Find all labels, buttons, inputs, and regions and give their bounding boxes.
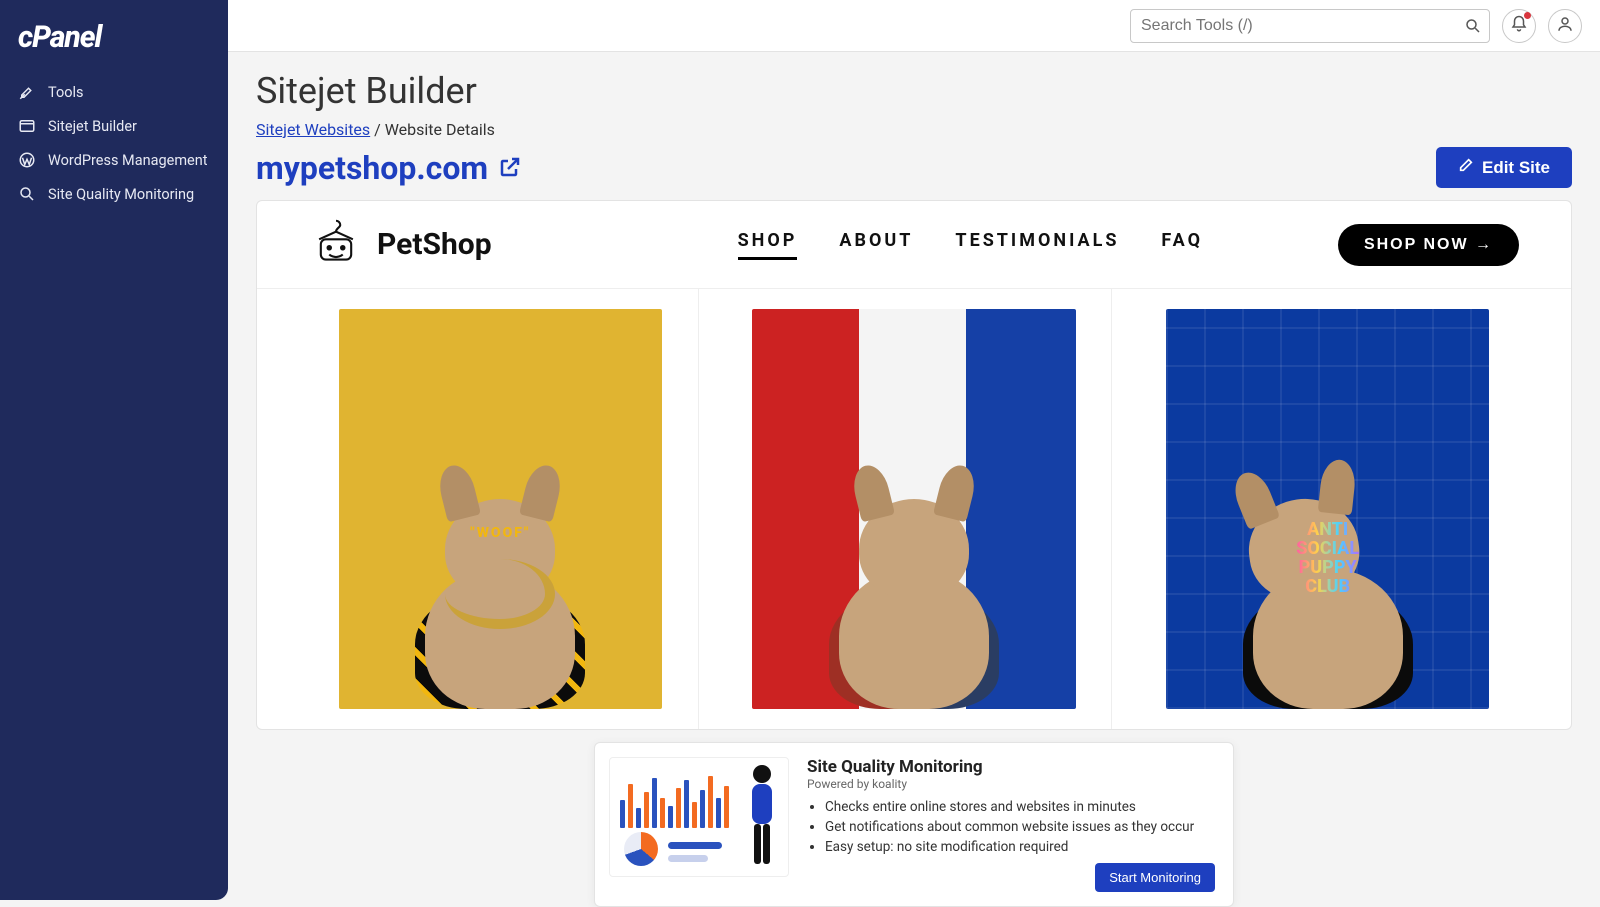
edit-site-button[interactable]: Edit Site xyxy=(1436,147,1572,188)
breadcrumb-current: Website Details xyxy=(385,120,495,139)
topbar xyxy=(228,0,1600,52)
breadcrumb-sep: / xyxy=(370,120,385,139)
bar-chart-icon xyxy=(620,768,740,828)
sitejet-icon xyxy=(18,117,36,135)
sidebar-item-label: Site Quality Monitoring xyxy=(48,186,194,203)
product-overlay-3: ANTI SOCIAL PUPPY CLUB xyxy=(1296,521,1359,597)
preview-nav-faq[interactable]: FAQ xyxy=(1161,230,1203,260)
breadcrumb: Sitejet Websites / Website Details xyxy=(256,120,1572,139)
site-preview: PetShop SHOP ABOUT TESTIMONIALS FAQ SHOP… xyxy=(256,200,1572,730)
sidebar: cPanel Tools Sitejet Builder WordPress M… xyxy=(0,0,228,900)
preview-nav-shop[interactable]: SHOP xyxy=(738,230,798,260)
edit-site-label: Edit Site xyxy=(1482,158,1550,178)
main: Sitejet Builder Sitejet Websites / Websi… xyxy=(228,0,1600,900)
page-title: Sitejet Builder xyxy=(256,70,1572,112)
account-button[interactable] xyxy=(1548,9,1582,43)
sidebar-item-sitejet[interactable]: Sitejet Builder xyxy=(0,109,228,143)
pencil-icon xyxy=(1458,157,1474,178)
domain-row: mypetshop.com Edit Site xyxy=(256,147,1572,188)
hanger-icon xyxy=(309,214,363,276)
preview-gallery: "WOOF" ANTI SOCIA xyxy=(257,289,1571,729)
promo-bullet: Get notifications about common website i… xyxy=(825,819,1215,835)
preview-nav: SHOP ABOUT TESTIMONIALS FAQ xyxy=(738,230,1203,260)
domain-text: mypetshop.com xyxy=(256,149,488,187)
brand-logo: cPanel xyxy=(0,14,228,75)
user-icon xyxy=(1556,15,1574,37)
promo-card: Site Quality Monitoring Powered by koali… xyxy=(594,742,1234,907)
breadcrumb-link[interactable]: Sitejet Websites xyxy=(256,120,370,139)
product-card-2[interactable] xyxy=(717,289,1113,729)
external-link-icon xyxy=(498,149,522,187)
preview-nav-testimonials[interactable]: TESTIMONIALS xyxy=(955,230,1119,260)
search-wrap xyxy=(1130,9,1490,43)
pie-chart-icon xyxy=(624,832,658,866)
promo-bullet: Checks entire online stores and websites… xyxy=(825,799,1215,815)
search-input[interactable] xyxy=(1130,9,1490,43)
notification-dot xyxy=(1524,12,1531,19)
promo-bullet: Easy setup: no site modification require… xyxy=(825,839,1215,855)
content: Sitejet Builder Sitejet Websites / Websi… xyxy=(228,52,1600,730)
sidebar-item-label: Sitejet Builder xyxy=(48,118,137,135)
brand-logo-text: cPanel xyxy=(18,20,101,55)
sidebar-item-wordpress[interactable]: WordPress Management xyxy=(0,143,228,177)
preview-header: PetShop SHOP ABOUT TESTIMONIALS FAQ SHOP… xyxy=(257,201,1571,289)
product-image-2 xyxy=(752,309,1076,708)
person-icon xyxy=(742,762,782,872)
tools-icon xyxy=(18,83,36,101)
start-monitoring-button[interactable]: Start Monitoring xyxy=(1095,863,1215,892)
magnifier-icon xyxy=(18,185,36,203)
product-image-3: ANTI SOCIAL PUPPY CLUB xyxy=(1166,309,1490,708)
sidebar-item-label: WordPress Management xyxy=(48,152,207,169)
search-icon xyxy=(1464,17,1482,39)
promo-title: Site Quality Monitoring xyxy=(807,757,1215,777)
product-card-1[interactable]: "WOOF" xyxy=(303,289,699,729)
preview-logo: PetShop xyxy=(309,214,492,276)
shop-now-button[interactable]: SHOP NOW → xyxy=(1338,224,1519,266)
promo-illustration xyxy=(609,757,789,877)
product-card-3[interactable]: ANTI SOCIAL PUPPY CLUB xyxy=(1130,289,1525,729)
domain-link[interactable]: mypetshop.com xyxy=(256,149,522,187)
wordpress-icon xyxy=(18,151,36,169)
preview-logo-text: PetShop xyxy=(377,227,492,262)
sidebar-item-site-quality[interactable]: Site Quality Monitoring xyxy=(0,177,228,211)
sidebar-item-tools[interactable]: Tools xyxy=(0,75,228,109)
product-overlay-1: "WOOF" xyxy=(470,525,530,541)
notifications-button[interactable] xyxy=(1502,9,1536,43)
preview-nav-about[interactable]: ABOUT xyxy=(839,230,913,260)
promo-subtitle: Powered by koality xyxy=(807,777,1215,791)
sidebar-item-label: Tools xyxy=(48,84,84,101)
promo-body: Site Quality Monitoring Powered by koali… xyxy=(807,757,1215,892)
lines-icon xyxy=(668,842,722,862)
product-image-1: "WOOF" xyxy=(339,309,663,708)
promo-list: Checks entire online stores and websites… xyxy=(807,799,1215,855)
